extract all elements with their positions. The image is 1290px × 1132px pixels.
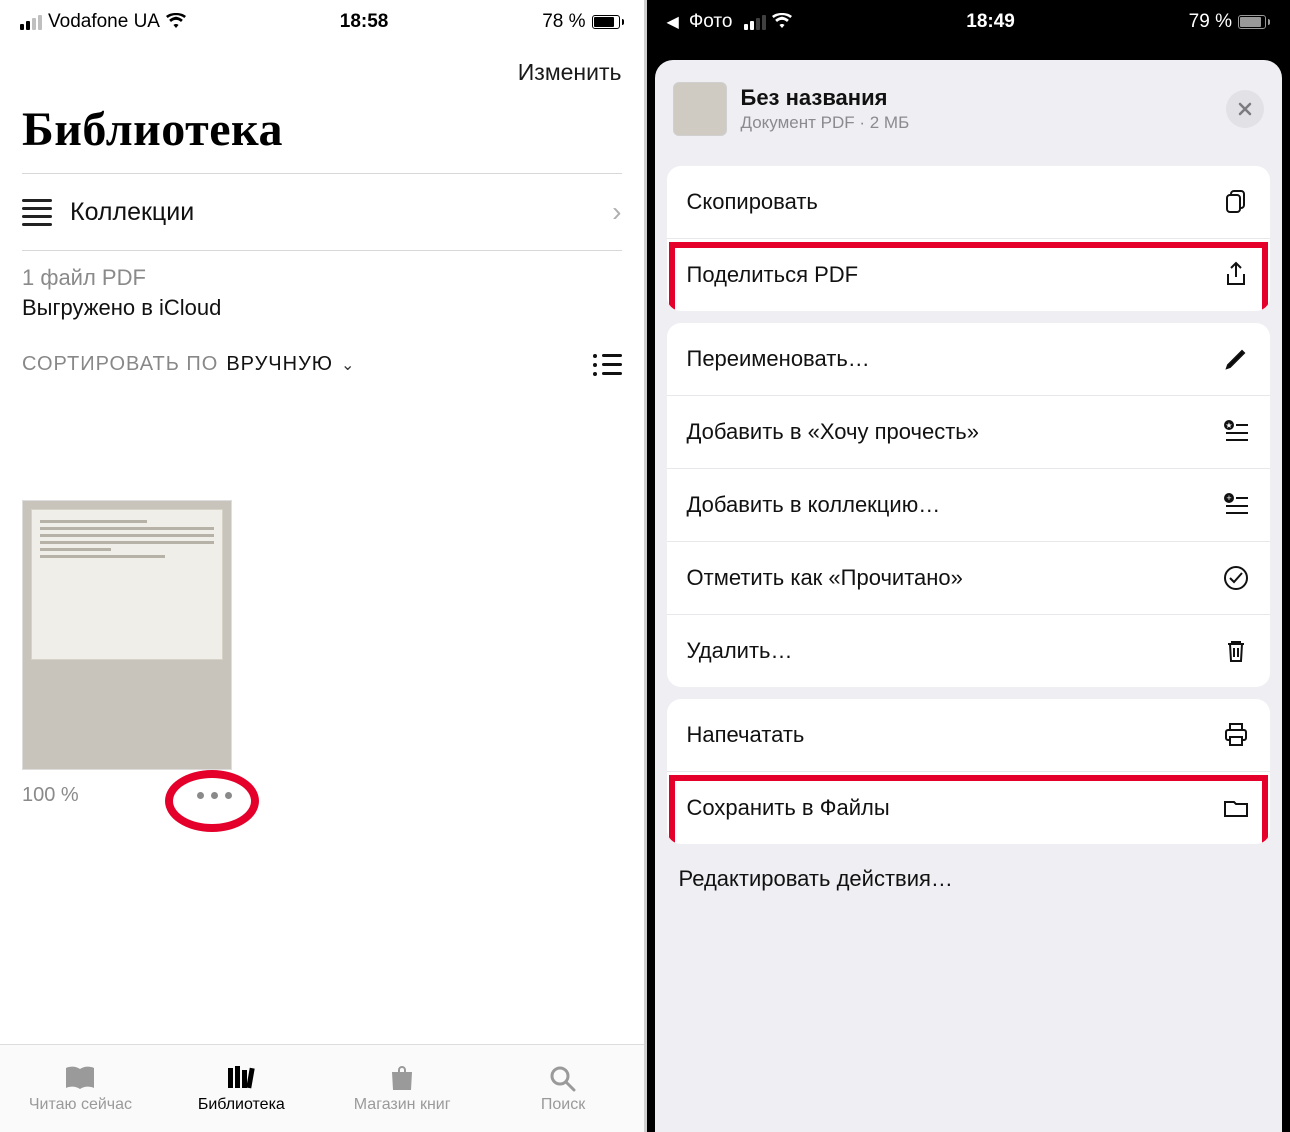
svg-text:+: + bbox=[1226, 493, 1231, 503]
icloud-status: Выгружено в iCloud bbox=[22, 295, 622, 321]
tab-library[interactable]: Библиотека bbox=[161, 1045, 322, 1132]
page-title: Библиотека bbox=[0, 96, 644, 173]
share-icon bbox=[1222, 261, 1250, 289]
sort-control[interactable]: СОРТИРОВАТЬ ПО ВРУЧНУЮ ⌄ bbox=[0, 339, 644, 390]
folder-icon bbox=[1222, 794, 1250, 822]
actions-group-3: Напечатать Сохранить в Файлы bbox=[667, 699, 1271, 844]
pencil-icon bbox=[1222, 345, 1250, 373]
status-bar: ◀ Фото 18:49 79 % bbox=[647, 0, 1290, 44]
sort-label: СОРТИРОВАТЬ ПО bbox=[22, 353, 218, 376]
document-title: Без названия bbox=[741, 85, 1213, 111]
signal-icon bbox=[744, 15, 766, 30]
action-want-to-read[interactable]: Добавить в «Хочу прочесть» ★ bbox=[667, 395, 1271, 468]
action-rename[interactable]: Переименовать… bbox=[667, 323, 1271, 395]
action-mark-read[interactable]: Отметить как «Прочитано» bbox=[667, 541, 1271, 614]
battery-percent: 79 % bbox=[1189, 11, 1232, 33]
checkmark-circle-icon bbox=[1222, 564, 1250, 592]
svg-text:★: ★ bbox=[1225, 421, 1232, 430]
action-print[interactable]: Напечатать bbox=[667, 699, 1271, 771]
tab-label: Поиск bbox=[541, 1096, 585, 1114]
file-count: 1 файл PDF bbox=[22, 265, 622, 291]
book-open-icon bbox=[64, 1064, 96, 1092]
status-bar: Vodafone UA 18:58 78 % bbox=[0, 0, 644, 44]
action-label: Переименовать… bbox=[687, 346, 870, 372]
star-list-icon: ★ bbox=[1222, 418, 1250, 446]
books-icon bbox=[225, 1064, 257, 1092]
bag-icon bbox=[386, 1064, 418, 1092]
collections-lines-icon bbox=[22, 199, 52, 226]
tab-bar: Читаю сейчас Библиотека Магазин книг Пои… bbox=[0, 1044, 644, 1132]
close-button[interactable] bbox=[1226, 90, 1264, 128]
share-sheet: Без названия Документ PDF · 2 МБ Скопиро… bbox=[655, 60, 1283, 1132]
action-label: Добавить в коллекцию… bbox=[687, 492, 941, 518]
tab-search[interactable]: Поиск bbox=[483, 1045, 644, 1132]
action-copy[interactable]: Скопировать bbox=[667, 166, 1271, 238]
back-app-label[interactable]: Фото bbox=[689, 11, 733, 33]
document-subtitle: Документ PDF · 2 МБ bbox=[741, 113, 1213, 133]
collections-label: Коллекции bbox=[70, 198, 594, 227]
battery-percent: 78 % bbox=[542, 11, 585, 33]
tab-reading-now[interactable]: Читаю сейчас bbox=[0, 1045, 161, 1132]
back-to-app-icon[interactable]: ◀ bbox=[667, 12, 679, 32]
close-icon bbox=[1237, 101, 1253, 117]
clock: 18:58 bbox=[340, 11, 389, 33]
action-add-collection[interactable]: Добавить в коллекцию… + bbox=[667, 468, 1271, 541]
clock: 18:49 bbox=[966, 11, 1015, 33]
more-options-button[interactable] bbox=[197, 792, 232, 799]
carrier-label: Vodafone UA bbox=[48, 11, 160, 33]
battery-icon bbox=[1238, 15, 1270, 29]
signal-icon bbox=[20, 15, 42, 30]
tab-store[interactable]: Магазин книг bbox=[322, 1045, 483, 1132]
chevron-right-icon: › bbox=[612, 196, 621, 228]
action-share-pdf[interactable]: Поделиться PDF bbox=[667, 238, 1271, 311]
action-label: Удалить… bbox=[687, 638, 793, 664]
wifi-icon bbox=[772, 12, 792, 33]
printer-icon bbox=[1222, 721, 1250, 749]
action-label: Отметить как «Прочитано» bbox=[687, 565, 963, 591]
edit-actions-button[interactable]: Редактировать действия… bbox=[655, 844, 1283, 914]
copy-icon bbox=[1222, 188, 1250, 216]
action-label: Поделиться PDF bbox=[687, 262, 859, 288]
trash-icon bbox=[1222, 637, 1250, 665]
list-view-icon[interactable] bbox=[593, 354, 622, 376]
action-label: Добавить в «Хочу прочесть» bbox=[687, 419, 980, 445]
tab-label: Магазин книг bbox=[354, 1096, 451, 1114]
reading-progress: 100 % bbox=[22, 784, 79, 807]
wifi-icon bbox=[166, 12, 186, 33]
action-save-to-files[interactable]: Сохранить в Файлы bbox=[667, 771, 1271, 844]
chevron-down-icon: ⌄ bbox=[341, 355, 354, 375]
tab-label: Читаю сейчас bbox=[29, 1096, 132, 1114]
action-delete[interactable]: Удалить… bbox=[667, 614, 1271, 687]
actions-group-1: Скопировать Поделиться PDF bbox=[667, 166, 1271, 311]
collections-row[interactable]: Коллекции › bbox=[0, 174, 644, 250]
share-sheet-screen: ◀ Фото 18:49 79 % Без названия Документ … bbox=[647, 0, 1290, 1132]
battery-icon bbox=[592, 15, 624, 29]
search-icon bbox=[547, 1064, 579, 1092]
book-thumbnail[interactable] bbox=[22, 500, 232, 770]
sort-value: ВРУЧНУЮ bbox=[226, 353, 333, 376]
tab-label: Библиотека bbox=[198, 1096, 285, 1114]
edit-button[interactable]: Изменить bbox=[518, 59, 622, 86]
action-label: Сохранить в Файлы bbox=[687, 795, 890, 821]
library-screen: Vodafone UA 18:58 78 % Изменить Библиоте… bbox=[0, 0, 647, 1132]
actions-group-2: Переименовать… Добавить в «Хочу прочесть… bbox=[667, 323, 1271, 687]
action-label: Скопировать bbox=[687, 189, 818, 215]
plus-list-icon: + bbox=[1222, 491, 1250, 519]
document-thumbnail bbox=[673, 82, 727, 136]
edit-actions-label: Редактировать действия… bbox=[679, 866, 953, 891]
highlight-annotation bbox=[165, 770, 259, 832]
action-label: Напечатать bbox=[687, 722, 805, 748]
